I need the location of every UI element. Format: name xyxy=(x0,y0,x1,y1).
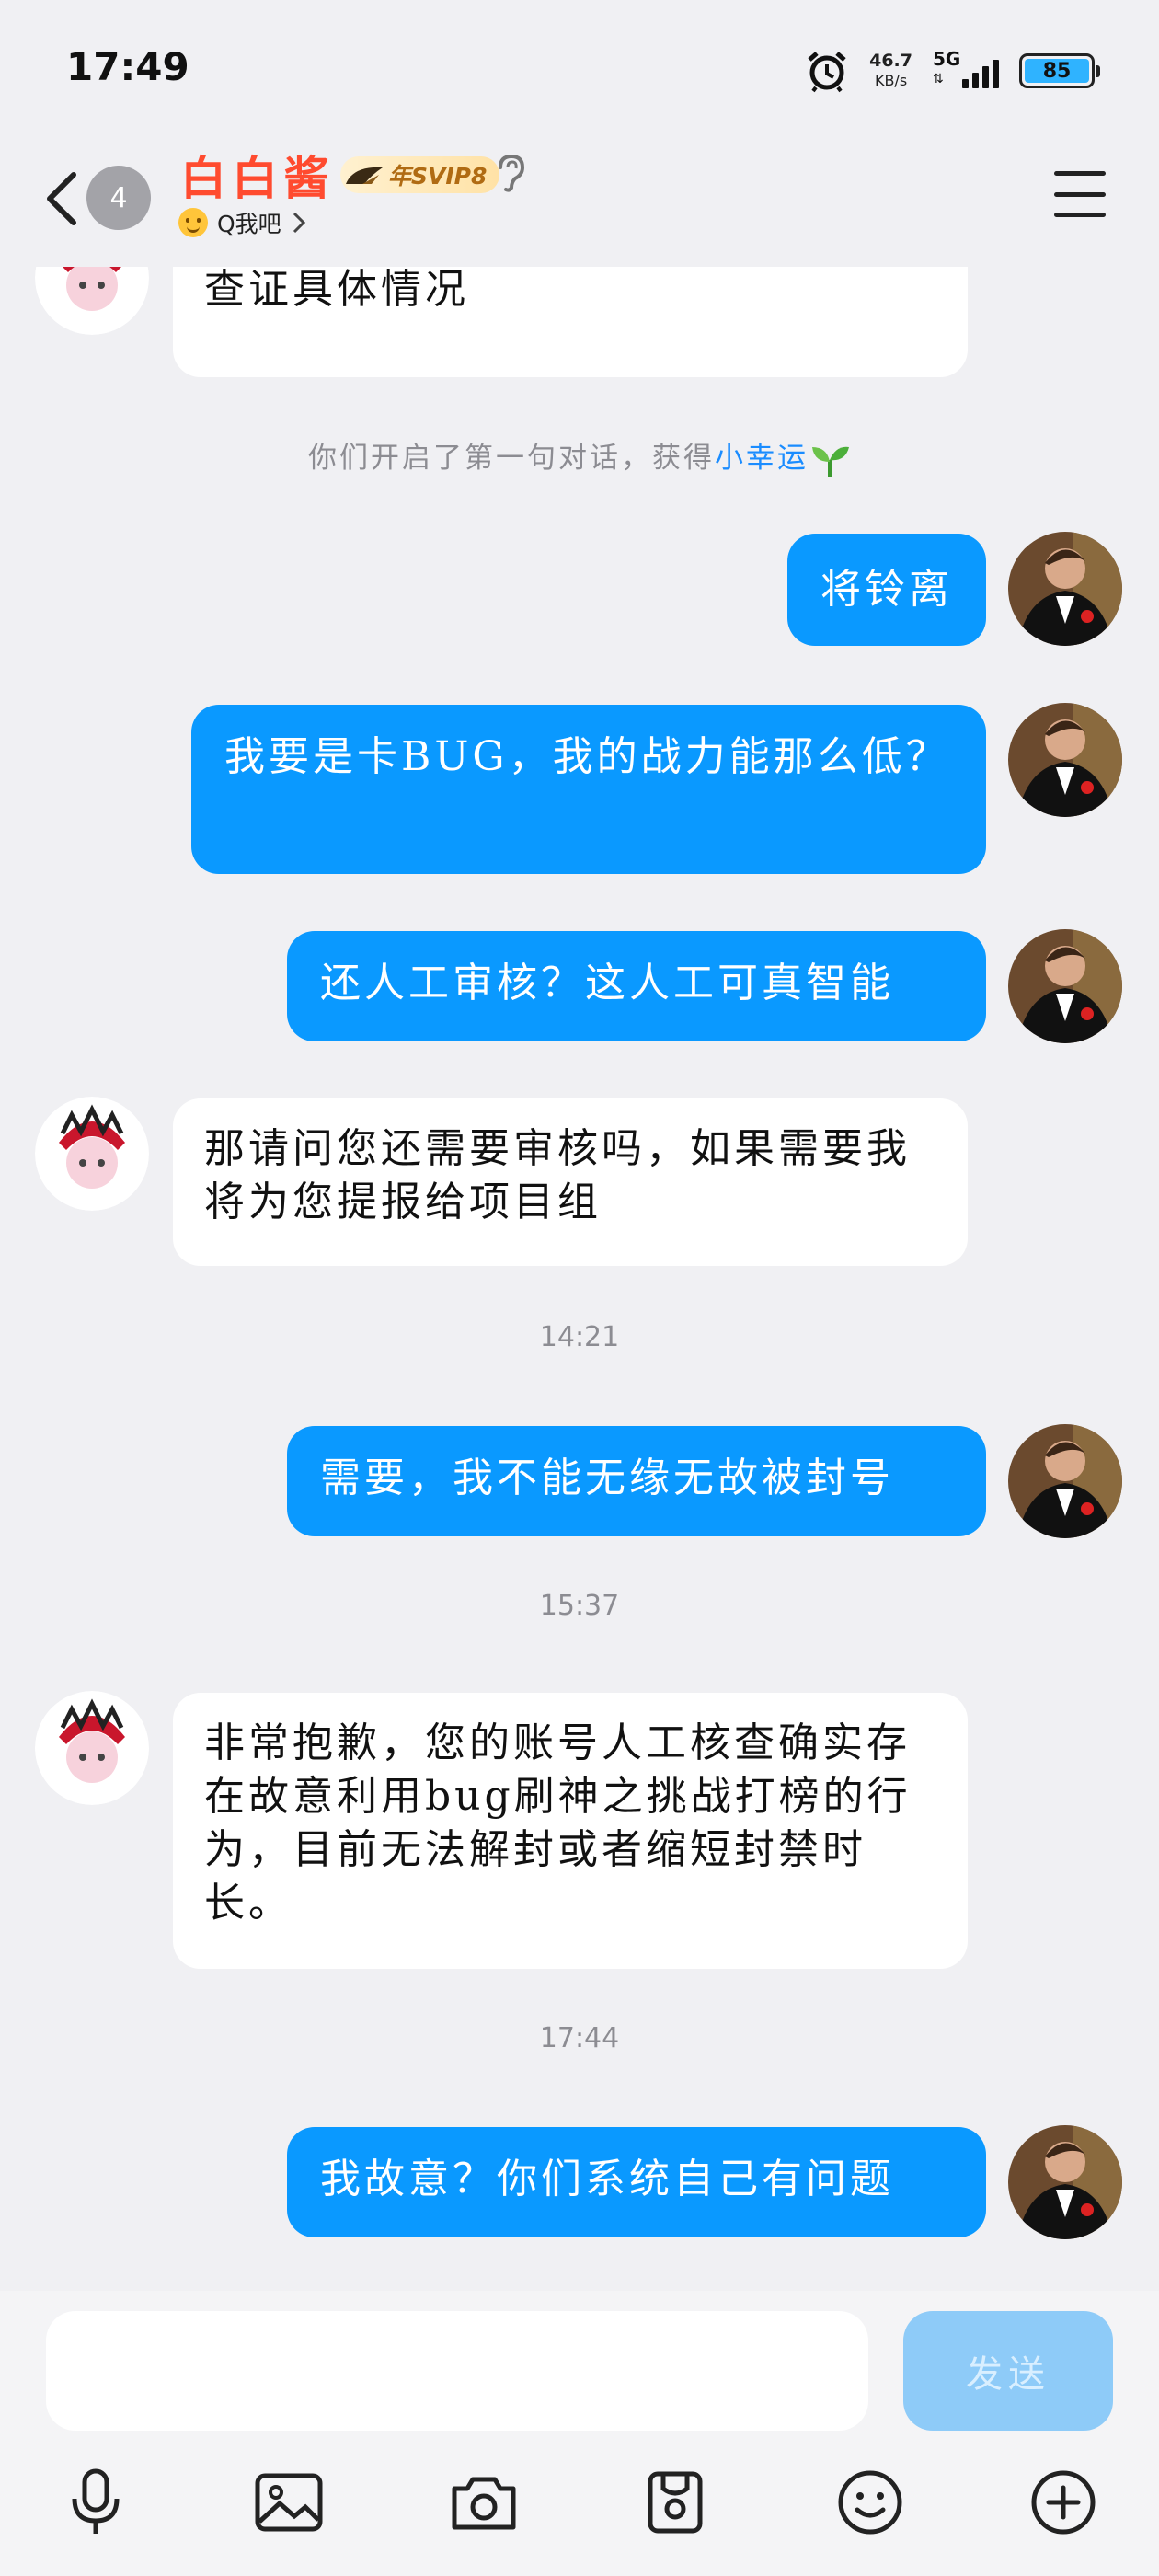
vip-wing-icon xyxy=(346,167,383,184)
user-avatar[interactable] xyxy=(1008,703,1122,817)
timestamp: 17:44 xyxy=(539,2022,620,2054)
sticker-icon[interactable] xyxy=(629,2456,721,2548)
input-toolbar xyxy=(0,2456,1159,2548)
battery-level: 85 xyxy=(1025,59,1089,83)
net-speed-unit: KB/s xyxy=(874,72,908,89)
message-text: 我故意？你们系统自己有问题 xyxy=(320,2156,894,2202)
status-bar: 17:49 46.7 KB/s 5G ⇅ 85 xyxy=(0,0,1159,138)
lucky-link[interactable]: 小幸运 xyxy=(715,442,809,475)
user-avatar[interactable] xyxy=(1008,929,1122,1043)
chevron-right-icon xyxy=(293,212,305,234)
battery-icon: 85 xyxy=(1019,53,1100,88)
message-text: 我要是卡BUG，我的战力能那么低？ xyxy=(224,733,950,780)
back-chevron-icon xyxy=(47,172,76,225)
plus-icon[interactable] xyxy=(1017,2456,1109,2548)
vip-badge[interactable]: 年SVIP8 xyxy=(340,156,500,193)
status-icons: 46.7 KB/s 5G ⇅ 85 xyxy=(805,48,1100,94)
unread-count-badge: 4 xyxy=(86,166,151,230)
send-button[interactable]: 发送 xyxy=(903,2311,1113,2431)
contact-status[interactable]: Q我吧 xyxy=(178,206,307,239)
incoming-message-bubble[interactable]: 非常抱歉，您的账号人工核查确实存在故意利用bug刷神之挑战打榜的行为，目前无法解… xyxy=(173,1693,968,1969)
outgoing-message-bubble[interactable]: 将铃离 xyxy=(787,534,986,646)
emoji-icon[interactable] xyxy=(824,2456,916,2548)
user-avatar[interactable] xyxy=(1008,1424,1122,1538)
system-notice-text: 你们开启了第一句对话，获得 xyxy=(308,442,715,475)
smile-emoji-icon xyxy=(178,208,208,237)
contact-avatar[interactable] xyxy=(35,1691,149,1805)
message-text: 需要，我不能无缘无故被封号 xyxy=(320,1455,894,1501)
net-speed: 46.7 KB/s xyxy=(869,52,912,90)
outgoing-message-bubble[interactable]: 我故意？你们系统自己有问题 xyxy=(287,2127,986,2237)
network-type: 5G xyxy=(933,48,961,70)
image-icon[interactable] xyxy=(243,2456,335,2548)
message-text: 那请问您还需要审核吗，如果需要我将为您提报给项目组 xyxy=(204,1125,911,1225)
contact-avatar[interactable] xyxy=(35,1097,149,1211)
camera-icon[interactable] xyxy=(438,2456,530,2548)
message-input[interactable] xyxy=(46,2311,868,2431)
message-text: 还人工审核？这人工可真智能 xyxy=(320,960,894,1006)
input-area: 发送 xyxy=(0,2291,1159,2576)
message-text: 将铃离 xyxy=(820,566,953,613)
outgoing-message-bubble[interactable]: 我要是卡BUG，我的战力能那么低？ xyxy=(191,705,986,874)
back-button[interactable] xyxy=(37,162,92,236)
data-arrows-icon: ⇅ xyxy=(933,72,944,86)
menu-icon[interactable] xyxy=(1054,171,1106,217)
microphone-icon[interactable] xyxy=(50,2456,142,2548)
net-speed-value: 46.7 xyxy=(869,51,912,71)
contact-name[interactable]: 白白酱 xyxy=(180,142,335,208)
status-text: Q我吧 xyxy=(217,211,281,237)
outgoing-message-bubble[interactable]: 还人工审核？这人工可真智能 xyxy=(287,931,986,1041)
message-text: 非常抱歉，您的账号人工核查确实存在故意利用bug刷神之挑战打榜的行为，目前无法解… xyxy=(204,1719,912,1926)
chat-area[interactable]: 请提供下您的uid或者角色名称我们查证具体情况 你们开启了第一句对话，获得小幸运… xyxy=(0,0,1159,2291)
signal-icon: 5G ⇅ xyxy=(933,48,999,94)
sprout-icon xyxy=(812,446,849,477)
incoming-message-bubble[interactable]: 那请问您还需要审核吗，如果需要我将为您提报给项目组 xyxy=(173,1098,968,1266)
timestamp: 14:21 xyxy=(539,1321,620,1353)
outgoing-message-bubble[interactable]: 需要，我不能无缘无故被封号 xyxy=(287,1426,986,1536)
chat-header: 4 白白酱 年SVIP8 Q我吧 xyxy=(0,138,1159,267)
alarm-icon xyxy=(808,52,846,93)
status-time: 17:49 xyxy=(66,44,189,89)
user-avatar[interactable] xyxy=(1008,2125,1122,2239)
ear-icon[interactable] xyxy=(495,153,526,193)
timestamp: 15:37 xyxy=(539,1590,620,1622)
user-avatar[interactable] xyxy=(1008,532,1122,646)
system-notice: 你们开启了第一句对话，获得小幸运 xyxy=(0,434,1159,478)
vip-label: 年SVIP8 xyxy=(388,163,488,190)
